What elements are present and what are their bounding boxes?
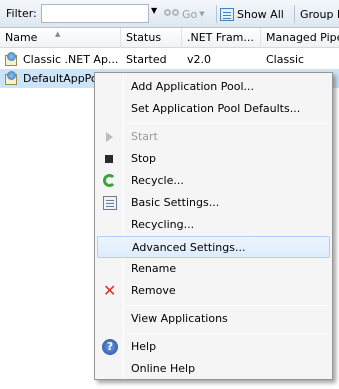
binoculars-icon [164,7,180,21]
context-menu: Add Application Pool... Set Application … [94,72,333,380]
group-by-button[interactable]: Group b [300,5,339,23]
pool-pipeline: Classic [266,53,305,66]
menu-separator [127,123,328,124]
menu-separator [127,305,328,306]
menu-item-online-help[interactable]: Online Help [97,358,330,380]
remove-icon: ✕ [103,281,117,300]
menu-item-stop[interactable]: Stop [97,148,330,170]
play-icon [102,129,118,145]
column-header-name[interactable]: ▲ Name [0,28,121,48]
filter-dropdown-arrow-icon[interactable]: ▼ [151,6,161,15]
menu-item-advanced-settings[interactable]: Advanced Settings... [97,236,330,258]
column-header-managed-pipeline[interactable]: Managed Pipe [261,28,339,48]
go-button[interactable]: Go ▼ [164,5,205,23]
help-icon: ? [102,339,118,355]
show-all-icon [220,7,234,21]
menu-item-start: Start [97,126,330,148]
pool-status: Started [126,53,167,66]
filter-input[interactable] [41,4,149,23]
column-header-status[interactable]: Status [121,28,182,48]
column-header-net-framework[interactable]: .NET Fram... [182,28,261,48]
settings-sheet-icon [102,195,118,211]
application-pool-icon [4,71,19,86]
menu-item-view-applications[interactable]: View Applications [97,308,330,330]
toolbar-separator [294,5,295,23]
menu-item-help[interactable]: ? Help [97,336,330,358]
toolbar-separator [216,5,217,23]
show-all-button[interactable]: Show All [220,5,284,23]
menu-item-set-application-pool-defaults[interactable]: Set Application Pool Defaults... [97,98,330,120]
menu-item-basic-settings[interactable]: Basic Settings... [97,192,330,214]
go-label: Go [182,7,198,21]
filter-label: Filter: [6,7,37,20]
column-header: ▲ Name Status .NET Fram... Managed Pipe [0,28,339,48]
menu-item-recycling[interactable]: Recycling... [97,214,330,236]
pool-name: Classic .NET Ap... [23,53,119,66]
stop-icon [102,151,118,167]
menu-item-rename[interactable]: Rename [97,258,330,280]
go-dropdown-icon[interactable]: ▼ [199,10,204,18]
menu-item-recycle[interactable]: Recycle... [97,170,330,192]
group-by-label: Group b [300,7,339,21]
menu-item-add-application-pool[interactable]: Add Application Pool... [97,76,330,98]
show-all-label: Show All [237,7,284,21]
sort-ascending-icon: ▲ [55,30,61,38]
application-pool-icon [4,52,19,67]
toolbar: Filter: ▼ Go ▼ Show All Group b [0,0,339,28]
table-row[interactable]: Classic .NET Ap... Started v2.0 Classic [0,50,339,69]
recycle-icon [102,173,118,189]
pool-net-version: v2.0 [187,53,212,66]
menu-item-remove[interactable]: ✕ Remove [97,280,330,302]
menu-separator [127,333,328,334]
